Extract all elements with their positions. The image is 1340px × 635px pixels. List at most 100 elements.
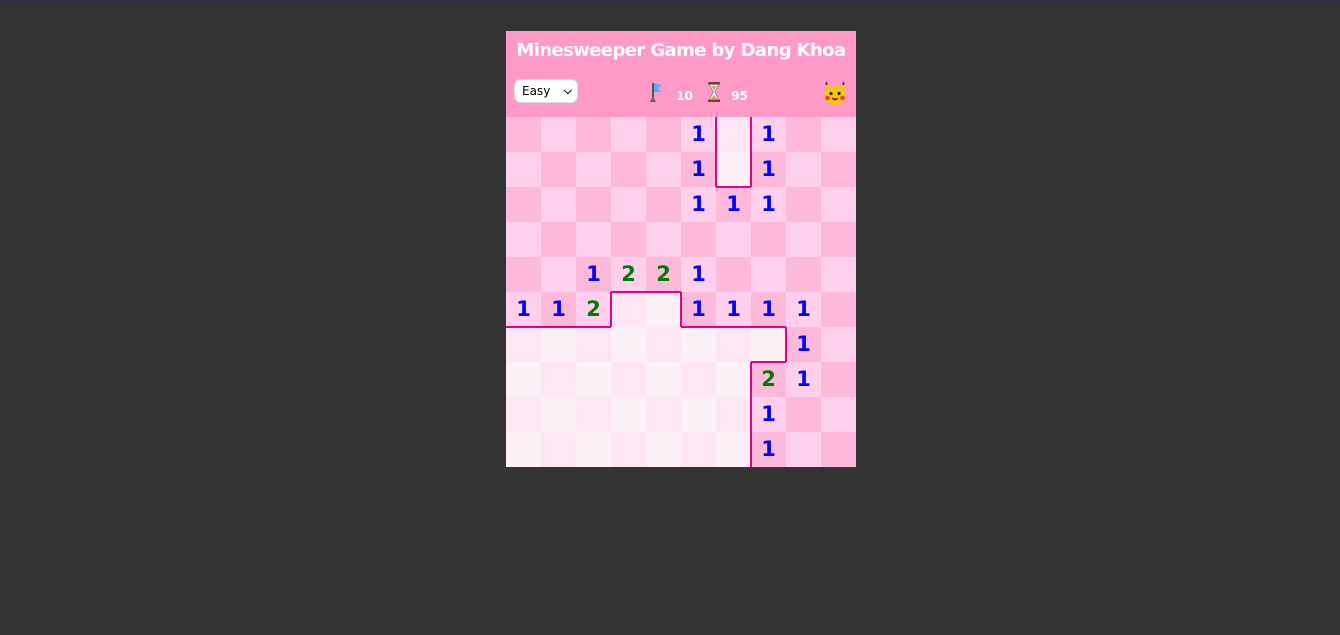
cell-number-2[interactable]: 2	[751, 362, 786, 397]
cell-hidden[interactable]	[821, 222, 856, 257]
cell-hidden[interactable]	[576, 187, 611, 222]
cell-revealed-empty[interactable]	[611, 362, 646, 397]
cell-number-1[interactable]: 1	[681, 292, 716, 327]
cell-hidden[interactable]	[821, 397, 856, 432]
cell-revealed-empty[interactable]	[716, 327, 751, 362]
cell-number-1[interactable]: 1	[681, 187, 716, 222]
cell-revealed-empty[interactable]	[646, 432, 681, 467]
cell-number-1[interactable]: 1	[786, 362, 821, 397]
cell-revealed-empty[interactable]	[541, 327, 576, 362]
cell-revealed-empty[interactable]	[541, 362, 576, 397]
cell-hidden[interactable]	[506, 187, 541, 222]
cell-number-1[interactable]: 1	[681, 152, 716, 187]
cell-revealed-empty[interactable]	[716, 397, 751, 432]
cell-hidden[interactable]	[506, 117, 541, 152]
cell-revealed-empty[interactable]	[716, 362, 751, 397]
cell-number-1[interactable]: 1	[681, 257, 716, 292]
cell-revealed-empty[interactable]	[506, 362, 541, 397]
cell-hidden[interactable]	[786, 187, 821, 222]
cell-hidden[interactable]	[611, 152, 646, 187]
cell-revealed-empty[interactable]	[646, 327, 681, 362]
cell-hidden[interactable]	[576, 152, 611, 187]
cell-revealed-empty[interactable]	[716, 152, 751, 187]
cell-revealed-empty[interactable]	[576, 362, 611, 397]
cell-revealed-empty[interactable]	[541, 397, 576, 432]
cell-revealed-empty[interactable]	[646, 397, 681, 432]
cell-number-1[interactable]: 1	[541, 292, 576, 327]
cell-revealed-empty[interactable]	[681, 432, 716, 467]
cell-number-1[interactable]: 1	[506, 292, 541, 327]
cell-revealed-empty[interactable]	[506, 327, 541, 362]
cell-hidden[interactable]	[646, 187, 681, 222]
cell-hidden[interactable]	[646, 117, 681, 152]
cell-revealed-empty[interactable]	[611, 432, 646, 467]
cell-hidden[interactable]	[541, 257, 576, 292]
cell-hidden[interactable]	[821, 327, 856, 362]
cell-revealed-empty[interactable]	[751, 327, 786, 362]
cell-hidden[interactable]	[541, 187, 576, 222]
cell-number-2[interactable]: 2	[611, 257, 646, 292]
cell-hidden[interactable]	[751, 222, 786, 257]
cell-hidden[interactable]	[821, 432, 856, 467]
cell-hidden[interactable]	[646, 152, 681, 187]
cell-number-1[interactable]: 1	[786, 292, 821, 327]
cell-hidden[interactable]	[821, 187, 856, 222]
cell-hidden[interactable]	[821, 152, 856, 187]
cell-hidden[interactable]	[541, 152, 576, 187]
cell-number-1[interactable]: 1	[716, 187, 751, 222]
cell-hidden[interactable]	[611, 187, 646, 222]
cell-hidden[interactable]	[821, 362, 856, 397]
cell-revealed-empty[interactable]	[611, 327, 646, 362]
cell-revealed-empty[interactable]	[576, 327, 611, 362]
cell-number-1[interactable]: 1	[716, 292, 751, 327]
cell-revealed-empty[interactable]	[611, 292, 646, 327]
level-select[interactable]: Easy ⌵	[514, 79, 578, 103]
cell-hidden[interactable]	[821, 292, 856, 327]
cell-revealed-empty[interactable]	[576, 397, 611, 432]
cell-number-1[interactable]: 1	[751, 117, 786, 152]
cell-hidden[interactable]	[716, 222, 751, 257]
cell-hidden[interactable]	[506, 222, 541, 257]
cell-number-2[interactable]: 2	[646, 257, 681, 292]
cell-revealed-empty[interactable]	[716, 432, 751, 467]
cell-revealed-empty[interactable]	[646, 292, 681, 327]
cell-hidden[interactable]	[576, 117, 611, 152]
cell-number-1[interactable]: 1	[681, 117, 716, 152]
cell-hidden[interactable]	[506, 152, 541, 187]
cell-revealed-empty[interactable]	[506, 397, 541, 432]
cell-hidden[interactable]	[821, 257, 856, 292]
cell-hidden[interactable]	[716, 257, 751, 292]
cell-number-1[interactable]: 1	[751, 187, 786, 222]
cell-number-2[interactable]: 2	[576, 292, 611, 327]
cell-revealed-empty[interactable]	[681, 327, 716, 362]
cell-revealed-empty[interactable]	[681, 362, 716, 397]
cell-number-1[interactable]: 1	[751, 292, 786, 327]
cell-hidden[interactable]	[786, 117, 821, 152]
cell-hidden[interactable]	[786, 432, 821, 467]
cell-hidden[interactable]	[611, 222, 646, 257]
cell-revealed-empty[interactable]	[576, 432, 611, 467]
cell-hidden[interactable]	[786, 397, 821, 432]
cell-hidden[interactable]	[751, 257, 786, 292]
cell-hidden[interactable]	[821, 117, 856, 152]
cell-revealed-empty[interactable]	[541, 432, 576, 467]
cell-number-1[interactable]: 1	[751, 152, 786, 187]
cell-revealed-empty[interactable]	[716, 117, 751, 152]
cell-hidden[interactable]	[786, 257, 821, 292]
cell-hidden[interactable]	[786, 152, 821, 187]
pikachu-face-icon[interactable]	[822, 80, 848, 106]
cell-number-1[interactable]: 1	[576, 257, 611, 292]
cell-number-1[interactable]: 1	[786, 327, 821, 362]
cell-hidden[interactable]	[576, 222, 611, 257]
cell-revealed-empty[interactable]	[646, 362, 681, 397]
cell-hidden[interactable]	[786, 222, 821, 257]
cell-hidden[interactable]	[541, 117, 576, 152]
cell-revealed-empty[interactable]	[506, 432, 541, 467]
cell-hidden[interactable]	[646, 222, 681, 257]
cell-number-1[interactable]: 1	[751, 432, 786, 467]
cell-revealed-empty[interactable]	[611, 397, 646, 432]
cell-hidden[interactable]	[611, 117, 646, 152]
cell-hidden[interactable]	[506, 257, 541, 292]
cell-number-1[interactable]: 1	[751, 397, 786, 432]
cell-hidden[interactable]	[541, 222, 576, 257]
